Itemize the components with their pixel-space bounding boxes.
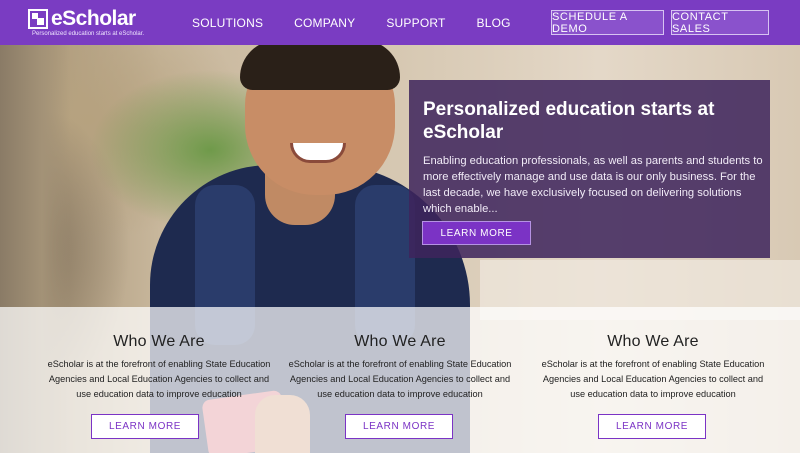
column-learn-more-button[interactable]: LEARN MORE bbox=[91, 414, 199, 439]
hero-learn-more-button[interactable]: LEARN MORE bbox=[422, 221, 531, 245]
column-heading: Who We Are bbox=[354, 333, 446, 350]
who-we-are-column: Who We Are eScholar is at the forefront … bbox=[533, 307, 773, 439]
top-navigation-bar: eScholar Personalized education starts a… bbox=[0, 0, 800, 45]
nav-company[interactable]: COMPANY bbox=[294, 16, 355, 30]
nav-support[interactable]: SUPPORT bbox=[386, 16, 445, 30]
column-heading: Who We Are bbox=[607, 333, 699, 350]
nav-blog[interactable]: BLOG bbox=[477, 16, 511, 30]
who-we-are-column: Who We Are eScholar is at the forefront … bbox=[39, 307, 279, 439]
who-we-are-band: Who We Are eScholar is at the forefront … bbox=[0, 307, 800, 453]
hero-panel: Personalized education starts at eSchola… bbox=[409, 80, 770, 258]
escholar-logo[interactable]: eScholar Personalized education starts a… bbox=[28, 8, 144, 37]
column-learn-more-button[interactable]: LEARN MORE bbox=[345, 414, 453, 439]
logo-tagline: Personalized education starts at eSchola… bbox=[32, 31, 145, 37]
schedule-demo-button[interactable]: SCHEDULE A DEMO bbox=[551, 10, 664, 35]
nav-solutions[interactable]: SOLUTIONS bbox=[192, 16, 263, 30]
column-heading: Who We Are bbox=[113, 333, 205, 350]
who-we-are-column: Who We Are eScholar is at the forefront … bbox=[280, 307, 520, 439]
column-text: eScholar is at the forefront of enabling… bbox=[288, 359, 512, 399]
logo-text: eScholar bbox=[51, 7, 136, 30]
contact-sales-button[interactable]: CONTACT SALES bbox=[671, 10, 769, 35]
column-text: eScholar is at the forefront of enabling… bbox=[47, 359, 271, 399]
column-learn-more-button[interactable]: LEARN MORE bbox=[598, 414, 706, 439]
hero-description: Enabling education professionals, as wel… bbox=[423, 155, 763, 215]
logo-mark-icon bbox=[28, 9, 48, 29]
hero-title: Personalized education starts at eSchola… bbox=[423, 99, 715, 143]
main-nav: SOLUTIONS COMPANY SUPPORT BLOG bbox=[192, 0, 542, 45]
column-text: eScholar is at the forefront of enabling… bbox=[541, 359, 765, 399]
